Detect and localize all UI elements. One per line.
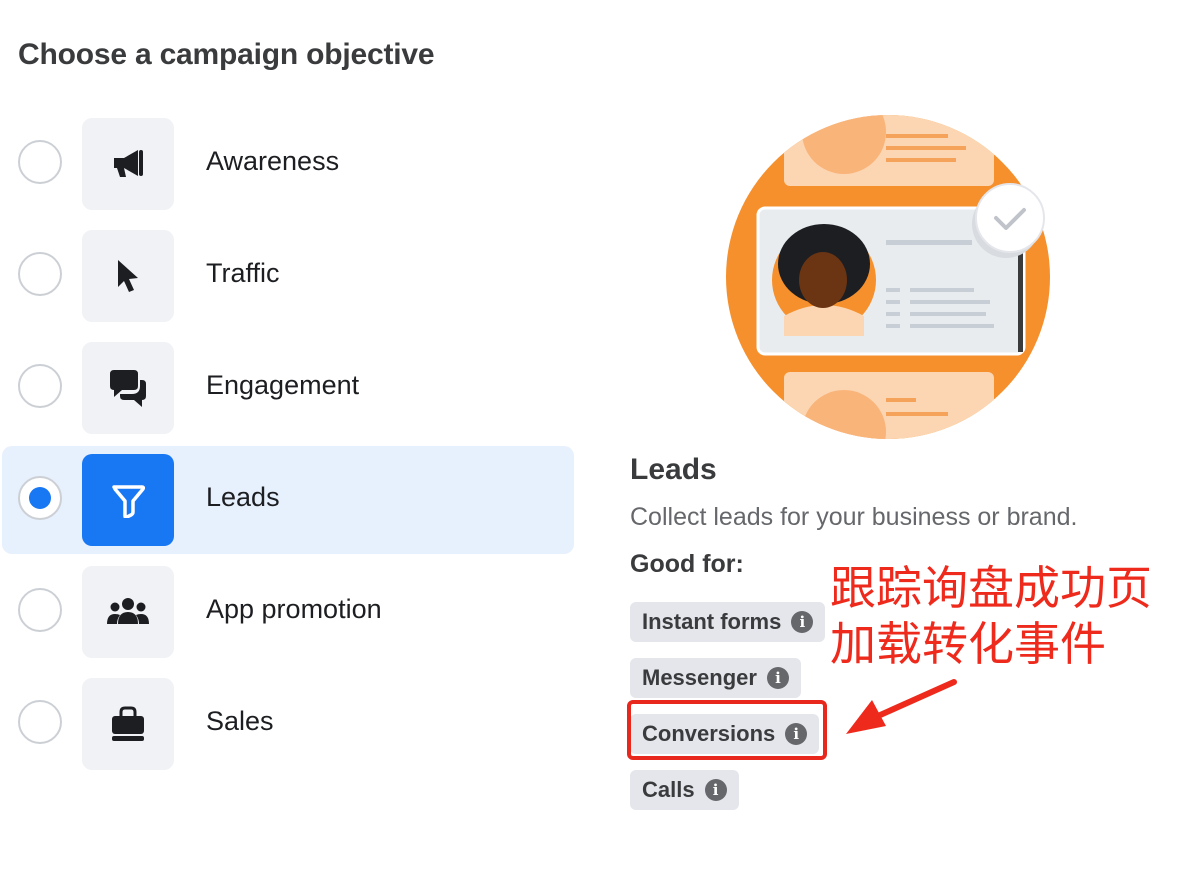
chip-label: Calls xyxy=(642,777,695,802)
objective-label: Awareness xyxy=(206,146,340,176)
chip-messenger[interactable]: Messenger i xyxy=(630,658,801,698)
objective-option-app-promotion[interactable]: App promotion xyxy=(2,558,574,666)
objective-option-awareness[interactable]: Awareness xyxy=(2,110,574,218)
annotation-text: 跟踪询盘成功页 加载转化事件 xyxy=(830,561,1152,671)
objective-option-leads[interactable]: Leads xyxy=(2,446,574,554)
objective-option-traffic[interactable]: Traffic xyxy=(2,222,574,330)
chip-label: Messenger xyxy=(642,665,757,690)
chip-label: Instant forms xyxy=(642,609,782,634)
info-icon[interactable]: i xyxy=(766,667,789,689)
objective-label: Leads xyxy=(206,482,280,512)
objective-option-sales[interactable]: Sales xyxy=(2,670,574,778)
detail-title: Leads xyxy=(630,453,717,486)
funnel-icon xyxy=(82,454,174,546)
chip-calls[interactable]: Calls i xyxy=(630,770,739,810)
people-icon xyxy=(82,566,174,658)
cursor-icon xyxy=(82,230,174,322)
radio-leads[interactable] xyxy=(18,476,62,520)
leads-illustration xyxy=(726,115,1050,439)
shopping-bag-icon xyxy=(82,678,174,770)
objective-label: Sales xyxy=(206,706,274,736)
info-icon[interactable]: i xyxy=(791,611,814,633)
objective-label: Engagement xyxy=(206,370,360,400)
good-for-label: Good for: xyxy=(630,550,744,578)
megaphone-icon xyxy=(82,118,174,210)
chip-instant-forms[interactable]: Instant forms i xyxy=(630,602,826,642)
chat-bubbles-icon xyxy=(82,342,174,434)
radio-selected-dot xyxy=(29,487,51,509)
annotation-arrow-icon xyxy=(846,679,957,734)
info-icon[interactable]: i xyxy=(704,779,727,801)
objective-label: Traffic xyxy=(206,258,280,288)
radio-awareness[interactable] xyxy=(18,140,62,184)
page-title: Choose a campaign objective xyxy=(18,38,435,71)
radio-app-promotion[interactable] xyxy=(18,588,62,632)
annotation-highlight-box xyxy=(627,700,827,760)
objective-option-engagement[interactable]: Engagement xyxy=(2,334,574,442)
objective-label: App promotion xyxy=(206,594,382,624)
radio-traffic[interactable] xyxy=(18,252,62,296)
radio-engagement[interactable] xyxy=(18,364,62,408)
detail-description: Collect leads for your business or brand… xyxy=(630,503,1078,531)
radio-sales[interactable] xyxy=(18,700,62,744)
